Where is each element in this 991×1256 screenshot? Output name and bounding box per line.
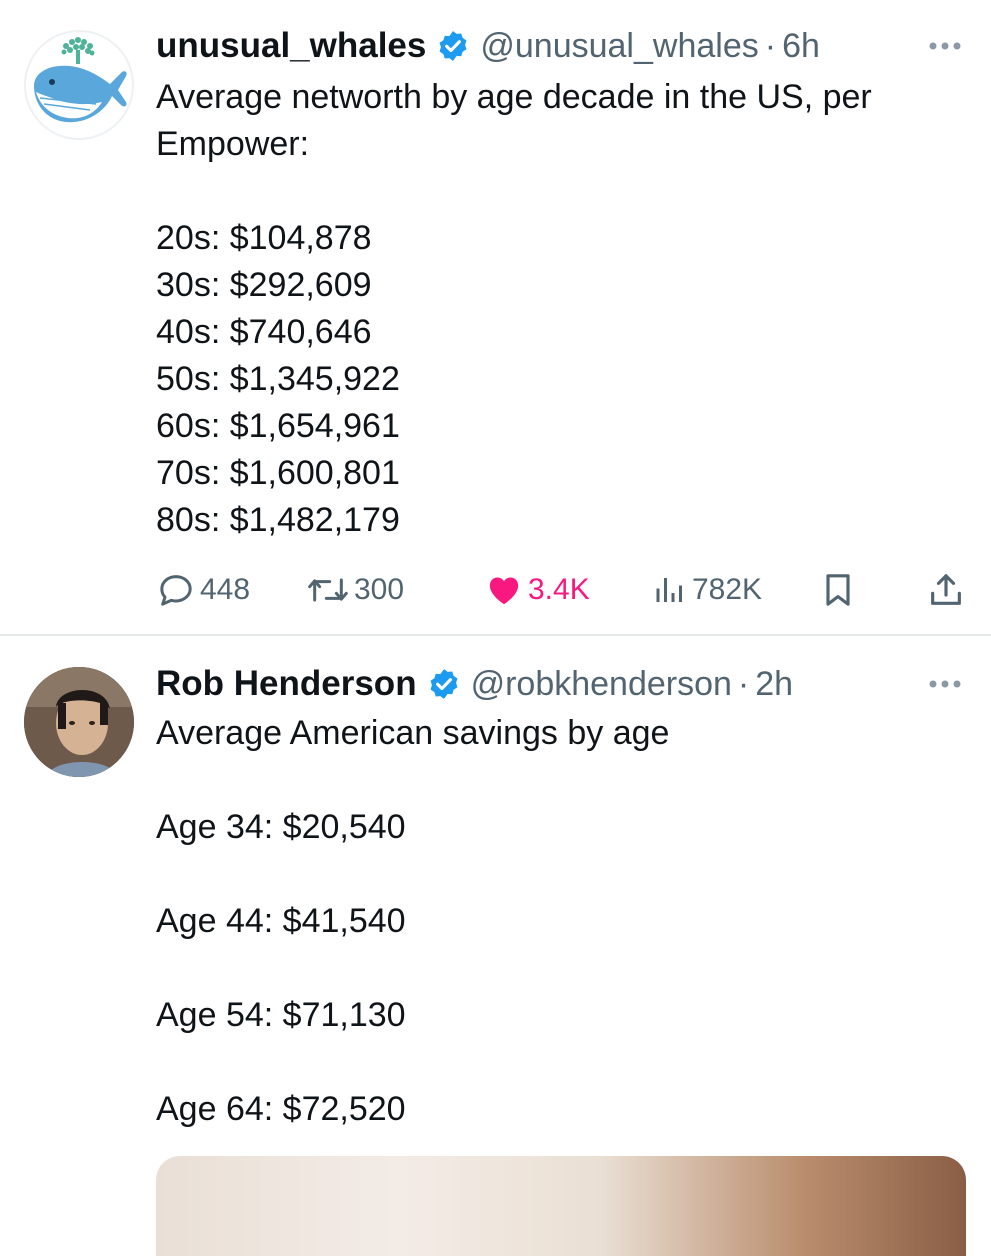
tweet-header: Rob Henderson @robkhenderson · 2h	[156, 662, 965, 706]
tweet-text: Average American savings by age Age 34: …	[156, 714, 670, 1128]
bookmark-button[interactable]	[818, 566, 858, 614]
views-button[interactable]: 782K	[652, 566, 762, 614]
tweet-header: unusual_whales @unusual_whales · 6h	[156, 24, 965, 68]
whale-avatar-image	[34, 37, 127, 123]
share-icon	[931, 574, 961, 605]
display-name[interactable]: Rob Henderson	[156, 664, 417, 704]
separator-dot: ·	[737, 664, 750, 703]
more-options-icon[interactable]	[925, 672, 965, 696]
retweet-count: 300	[354, 573, 405, 606]
handle[interactable]: @unusual_whales	[480, 27, 758, 66]
tweet-unusual-whales[interactable]: unusual_whales @unusual_whales · 6h Aver…	[0, 0, 991, 634]
tweet-text: Average networth by age decade in the US…	[156, 78, 872, 539]
views-count: 782K	[692, 573, 763, 606]
handle[interactable]: @robkhenderson	[471, 665, 732, 704]
bookmark-icon	[826, 574, 850, 606]
tweet-actions: 448 300 3.4K 782K	[156, 566, 966, 614]
heart-icon	[489, 577, 519, 605]
reply-button[interactable]: 448	[156, 566, 250, 614]
display-name[interactable]: unusual_whales	[156, 26, 426, 66]
views-icon	[656, 578, 682, 602]
verified-badge-icon	[430, 669, 458, 699]
verified-badge-icon	[439, 31, 467, 61]
tweet-rob-henderson[interactable]: Rob Henderson @robkhenderson · 2h Averag…	[0, 636, 991, 1256]
retweet-button[interactable]: 300	[306, 566, 404, 614]
more-options-icon[interactable]	[925, 34, 965, 58]
like-count: 3.4K	[528, 573, 590, 606]
retweet-icon	[308, 578, 348, 602]
reply-count: 448	[200, 573, 251, 606]
avatar[interactable]	[24, 30, 134, 140]
timestamp[interactable]: 6h	[782, 27, 820, 66]
reply-icon	[160, 575, 192, 606]
tweet-media-image[interactable]	[156, 1156, 966, 1256]
separator-dot: ·	[764, 26, 777, 65]
share-button[interactable]	[926, 566, 966, 614]
like-button[interactable]: 3.4K	[484, 566, 590, 614]
timestamp[interactable]: 2h	[755, 665, 793, 704]
